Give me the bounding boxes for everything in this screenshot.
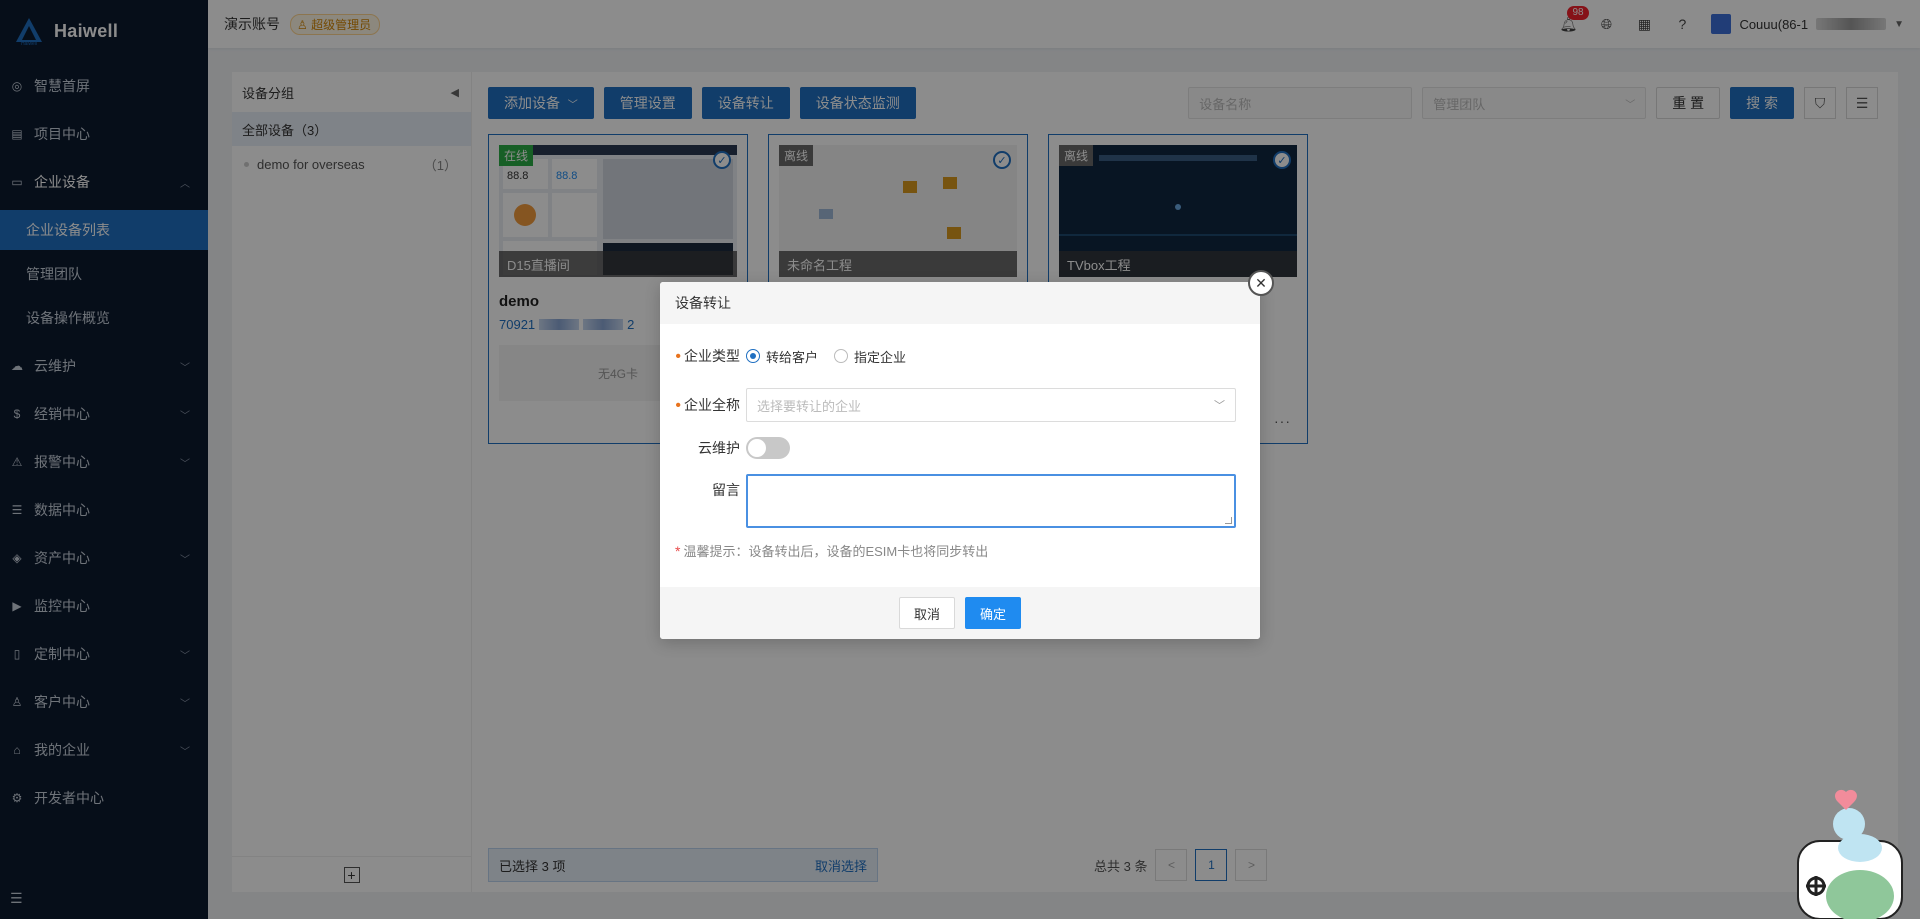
- chevron-down-icon: ﹀: [1214, 400, 1225, 412]
- company-select-placeholder: 选择要转让的企业: [757, 398, 862, 414]
- radio-label: 指定企业: [854, 349, 907, 365]
- assistant-mascot[interactable]: [1796, 786, 1920, 919]
- radio-circle: [746, 349, 760, 363]
- cloud-toggle[interactable]: [746, 437, 790, 459]
- cloud-label: 云维护: [698, 440, 740, 456]
- company-select[interactable]: 选择要转让的企业 ﹀: [746, 388, 1236, 422]
- radio-specify-company[interactable]: 指定企业: [834, 347, 906, 366]
- dialog-footer: 取消 确定: [660, 587, 1260, 639]
- dialog-title: 设备转让: [660, 282, 1260, 324]
- warm-tip: * 温馨提示：设备转出后，设备的ESIM卡也将同步转出: [675, 541, 988, 560]
- confirm-button[interactable]: 确定: [965, 597, 1022, 629]
- required-mark: •: [675, 348, 681, 365]
- company-type-label-text: 企业类型: [684, 348, 740, 364]
- company-name-label-text: 企业全称: [684, 397, 740, 413]
- radio-circle: [834, 349, 849, 363]
- warm-tip-text: 温馨提示：设备转出后，设备的ESIM卡也将同步转出: [683, 544, 989, 559]
- company-name-label: • 企业全称: [660, 395, 746, 415]
- required-mark: •: [675, 397, 681, 414]
- message-label: 留言: [712, 482, 740, 498]
- device-transfer-dialog: 设备转让 ✕ • 企业类型 转给客户 指定企业 • 企业全称 选择要转让的企业 ﹀ 云…: [660, 270, 1274, 639]
- cloud-row: 云维护: [660, 437, 1260, 459]
- company-type-label: • 企业类型: [660, 346, 746, 366]
- cancel-button[interactable]: 取消: [898, 597, 955, 629]
- company-type-row: • 企业类型 转给客户 指定企业: [660, 346, 1260, 366]
- close-icon[interactable]: ✕: [1248, 270, 1274, 296]
- required-mark: *: [675, 543, 681, 559]
- message-textarea[interactable]: [746, 474, 1236, 528]
- company-name-row: • 企业全称 选择要转让的企业 ﹀: [660, 388, 1260, 422]
- radio-label: 转给客户: [766, 349, 819, 365]
- message-row: 留言: [660, 474, 1260, 528]
- radio-transfer-customer[interactable]: 转给客户: [746, 347, 818, 366]
